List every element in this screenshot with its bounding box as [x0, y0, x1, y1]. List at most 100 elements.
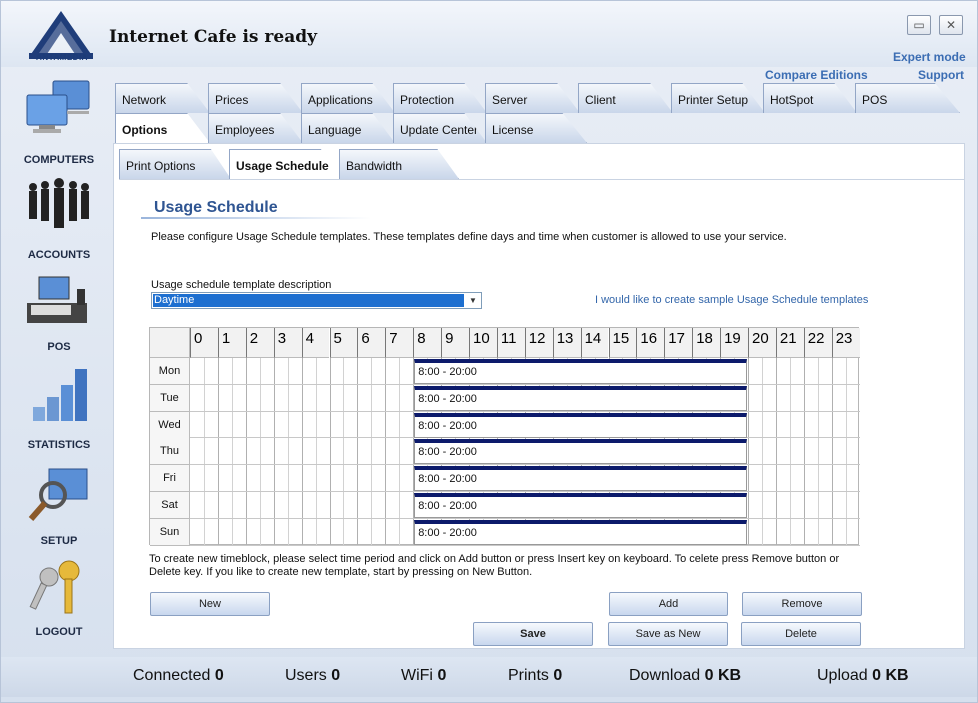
grid-corner	[150, 328, 190, 358]
tab-bandwidth[interactable]: Bandwidth	[339, 149, 459, 179]
hour-header: 9	[441, 328, 469, 358]
header: ANTAMEDIA Internet Cafe is ready ▭ ✕	[1, 1, 977, 67]
tab-update-center[interactable]: Update Center	[393, 113, 487, 143]
page-description: Please configure Usage Schedule template…	[151, 231, 787, 243]
tab-client[interactable]: Client	[578, 83, 673, 113]
tab-hotspot[interactable]: HotSpot	[763, 83, 857, 113]
day-label: Tue	[150, 384, 190, 412]
sidebar-item-setup[interactable]: SETUP	[9, 465, 109, 555]
tab-row-1: Network Prices Applications Protection S…	[115, 83, 960, 113]
tab-language[interactable]: Language	[301, 113, 395, 143]
time-block[interactable]: 8:00 - 20:00	[414, 519, 747, 545]
tab-license[interactable]: License	[485, 113, 587, 143]
template-label: Usage schedule template description	[151, 279, 332, 291]
hour-header: 17	[664, 328, 693, 358]
hour-header: 11	[496, 328, 525, 358]
stat-wifi: WiFi 0	[401, 667, 446, 685]
time-block[interactable]: 8:00 - 20:00	[414, 412, 747, 438]
stat-upload: Upload 0 KB	[817, 667, 909, 685]
hour-header: 7	[385, 328, 414, 358]
setup-icon	[28, 468, 88, 521]
tab-applications[interactable]: Applications	[301, 83, 395, 113]
save-button[interactable]: Save	[473, 622, 593, 646]
hour-header: 12	[524, 328, 553, 358]
new-button[interactable]: New	[150, 592, 270, 616]
time-block[interactable]: 8:00 - 20:00	[414, 439, 747, 465]
statistics-icon	[33, 369, 87, 421]
tab-printer-setup[interactable]: Printer Setup	[671, 83, 765, 113]
hour-header: 5	[329, 328, 358, 358]
time-block[interactable]: 8:00 - 20:00	[414, 493, 747, 518]
hour-header: 3	[273, 328, 302, 358]
expert-mode-link[interactable]: Expert mode	[893, 50, 966, 64]
save-as-new-button[interactable]: Save as New	[608, 622, 728, 646]
day-label: Fri	[150, 465, 190, 493]
hour-header: 1	[217, 328, 246, 358]
computers-icon	[26, 80, 90, 133]
hour-header: 18	[692, 328, 721, 358]
sidebar-item-pos[interactable]: POS	[9, 271, 109, 361]
chevron-down-icon[interactable]: ▼	[466, 294, 480, 307]
sidebar-label: ACCOUNTS	[27, 249, 91, 261]
hour-header: 21	[775, 328, 804, 358]
tab-server[interactable]: Server	[485, 83, 580, 113]
sample-templates-link[interactable]: I would like to create sample Usage Sche…	[595, 294, 868, 306]
tab-protection[interactable]: Protection	[393, 83, 487, 113]
minimize-button[interactable]: ▭	[907, 15, 931, 35]
time-block[interactable]: 8:00 - 20:00	[414, 466, 747, 492]
hour-header: 13	[552, 328, 581, 358]
stat-label: Upload	[817, 667, 868, 684]
subtab-row: Print Options Usage Schedule Bandwidth	[119, 149, 459, 179]
tab-network[interactable]: Network	[115, 83, 210, 113]
stat-value: 0 KB	[704, 667, 742, 684]
tab-pos[interactable]: POS	[855, 83, 960, 113]
time-block[interactable]: 8:00 - 20:00	[414, 385, 747, 411]
sidebar-item-computers[interactable]: COMPUTERS	[9, 77, 109, 167]
template-select[interactable]: Daytime ▼	[151, 292, 482, 309]
sidebar-item-statistics[interactable]: STATISTICS	[9, 367, 109, 457]
keys-icon	[29, 560, 80, 614]
tab-employees[interactable]: Employees	[208, 113, 303, 143]
stat-connected: Connected 0	[133, 667, 224, 685]
stat-label: Connected	[133, 667, 211, 684]
remove-button[interactable]: Remove	[742, 592, 862, 616]
day-label: Thu	[150, 438, 190, 466]
sidebar-label: LOGOUT	[35, 626, 83, 638]
compare-editions-link[interactable]: Compare Editions	[765, 68, 868, 82]
stat-value: 0	[553, 667, 563, 684]
hour-header: 19	[720, 328, 748, 358]
status-title: Internet Cafe is ready	[109, 27, 317, 47]
time-block[interactable]: 8:00 - 20:00	[414, 359, 747, 384]
sidebar: COMPUTERS ACCOUNTS POS STATISTICS SETUP …	[9, 71, 109, 651]
tab-print-options[interactable]: Print Options	[119, 149, 231, 179]
hour-header: 4	[301, 328, 330, 358]
hour-header: 2	[245, 328, 274, 358]
sidebar-label: COMPUTERS	[23, 154, 95, 166]
sidebar-item-accounts[interactable]: ACCOUNTS	[9, 175, 109, 265]
stat-value: 0	[437, 667, 447, 684]
minimize-icon: ▭	[913, 18, 925, 32]
sidebar-label: SETUP	[40, 535, 78, 547]
help-text: To create new timeblock, please select t…	[149, 553, 840, 578]
sidebar-item-logout[interactable]: LOGOUT	[9, 557, 109, 647]
hour-header: 10	[469, 328, 497, 358]
schedule-grid[interactable]: 0 1 2 3 4 5 6 7 8 9 10 11 12 13 14 15 16 17 18 19 20 21 22 23 Mo…	[149, 327, 860, 546]
hour-header: 20	[748, 328, 776, 358]
tab-options[interactable]: Options	[115, 113, 210, 143]
support-link[interactable]: Support	[918, 68, 964, 82]
add-button[interactable]: Add	[609, 592, 728, 616]
stat-value: 0	[331, 667, 341, 684]
title-underline	[141, 217, 371, 219]
sidebar-label: POS	[47, 341, 71, 353]
accounts-icon	[29, 178, 89, 228]
stat-label: WiFi	[401, 667, 433, 684]
delete-button[interactable]: Delete	[741, 622, 861, 646]
tab-prices[interactable]: Prices	[208, 83, 303, 113]
stat-label: Download	[629, 667, 701, 684]
tab-usage-schedule[interactable]: Usage Schedule	[229, 149, 341, 179]
hour-header: 6	[357, 328, 386, 358]
day-label: Wed	[150, 411, 190, 439]
stat-label: Users	[285, 667, 327, 684]
close-button[interactable]: ✕	[939, 15, 963, 35]
hour-header: 22	[803, 328, 832, 358]
